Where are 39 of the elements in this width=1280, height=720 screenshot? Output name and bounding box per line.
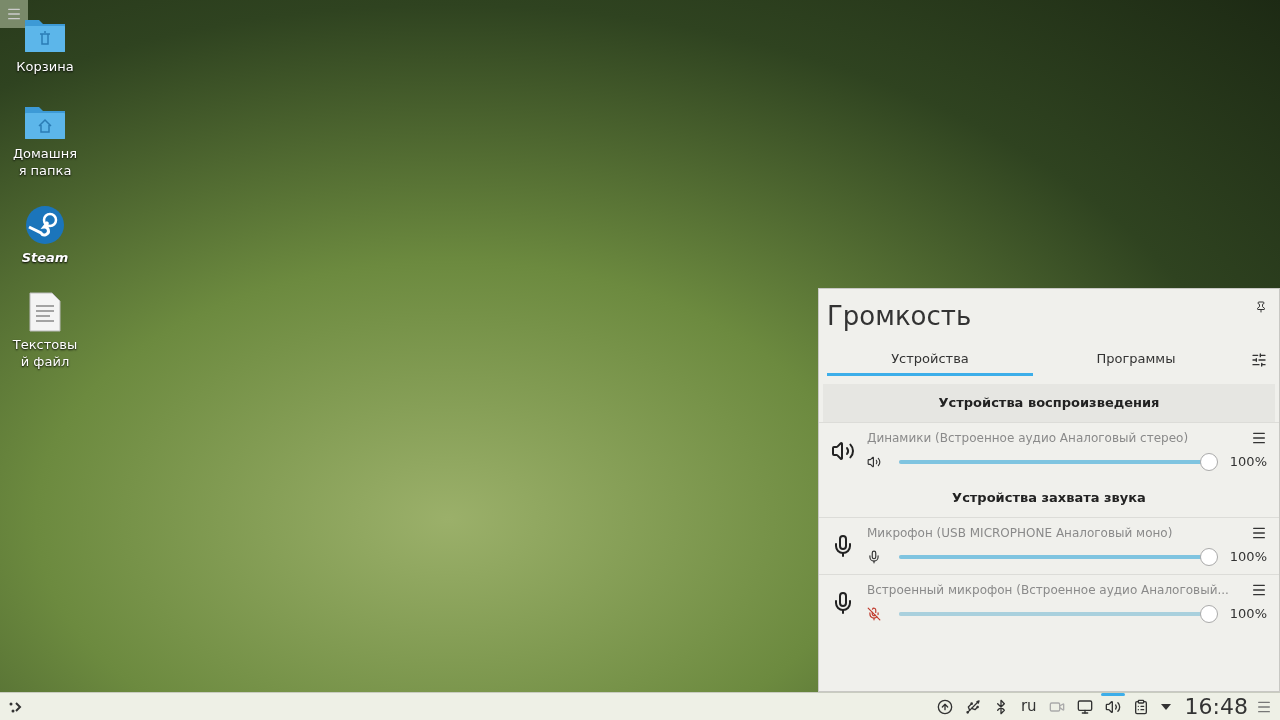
menu-icon[interactable] (1251, 430, 1267, 446)
desktop-icon-label[interactable]: Steam (12, 249, 78, 266)
tab[interactable]: Программы (1033, 344, 1239, 376)
unmuted-icon[interactable] (867, 550, 881, 564)
device-name: Встроенный микрофон (Встроенное аудио Аналоговый... (867, 582, 1229, 599)
desktop-icon-label[interactable]: Текстовый файл (12, 336, 78, 370)
slider-handle[interactable] (1200, 548, 1218, 566)
tab[interactable]: Устройства (827, 344, 1033, 376)
keyboard-layout[interactable]: ru (1020, 695, 1037, 718)
volume-reading: 100% (1228, 605, 1267, 624)
slider-handle[interactable] (1200, 605, 1218, 623)
update-icon[interactable] (936, 698, 953, 715)
muted-icon[interactable] (867, 607, 881, 621)
section-header: Устройства захвата звука (951, 489, 1147, 508)
desktop-icon-label[interactable]: Корзина (12, 58, 78, 75)
volume-reading: 100% (1228, 453, 1267, 472)
section-header: Устройства воспроизведения (823, 384, 1275, 422)
menu-icon[interactable] (1251, 582, 1267, 598)
launcher-icon[interactable] (8, 699, 22, 714)
device-name: Динамики (Встроенное аудио Аналоговый стерео) (867, 430, 1189, 447)
device-name: Микрофон (USB MICROPHONE Аналоговый моно) (867, 525, 1173, 542)
popup-title: Громкость (827, 300, 972, 333)
steam-logo-icon (25, 205, 65, 245)
usb-icon[interactable] (964, 698, 981, 715)
speaker-icon (831, 439, 855, 463)
clock[interactable]: 16:48 (1184, 690, 1248, 720)
slider-handle[interactable] (1200, 453, 1218, 471)
clipboard-icon[interactable] (1132, 698, 1149, 715)
menu-icon[interactable] (1251, 525, 1267, 541)
text-file-icon (28, 292, 62, 332)
pin-icon[interactable] (1255, 301, 1267, 313)
desktop-icon-label[interactable]: Домашняя папка (12, 145, 78, 179)
caret-icon[interactable] (1160, 703, 1171, 710)
volume-icon[interactable] (1104, 698, 1121, 715)
monitor-icon[interactable] (1076, 698, 1093, 715)
volume-reading: 100% (1228, 548, 1267, 567)
unmuted-icon[interactable] (867, 455, 881, 469)
menu-icon (6, 6, 22, 22)
settings-icon[interactable] (1251, 352, 1267, 368)
